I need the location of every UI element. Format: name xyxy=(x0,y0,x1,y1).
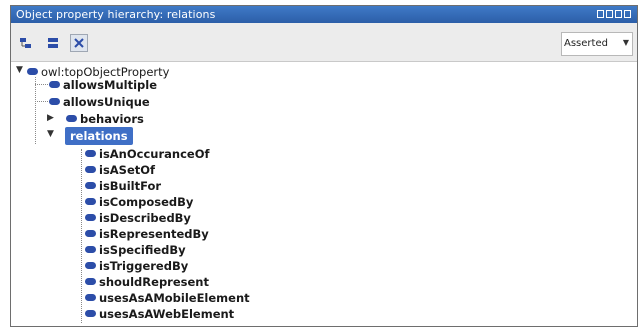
collapse-toggle-icon[interactable]: ▶ xyxy=(47,113,54,123)
tree-item-label: shouldRepresent xyxy=(99,274,209,289)
tree-item-behaviors[interactable]: behaviors xyxy=(66,111,144,126)
tree-item-label: isASetOf xyxy=(99,162,156,177)
add-sibling-button[interactable] xyxy=(44,34,62,52)
property-icon xyxy=(85,230,96,237)
chevron-down-icon: ▼ xyxy=(622,38,629,47)
property-icon xyxy=(85,246,96,253)
expand-toggle-icon[interactable]: ▼ xyxy=(16,65,23,75)
property-tree: ▼ owl:topObjectProperty allowsMultiple a… xyxy=(11,62,637,326)
tree-item-label: allowsUnique xyxy=(63,94,150,109)
tree-connector xyxy=(35,84,48,85)
tree-connector xyxy=(35,101,48,102)
object-property-hierarchy-panel: Object property hierarchy: relations Ass… xyxy=(10,5,638,327)
tree-item-child[interactable]: usesAsAMobileElement xyxy=(85,290,250,305)
tree-item-label: isBuiltFor xyxy=(99,178,162,193)
tree-item-label: allowsMultiple xyxy=(63,77,157,92)
tree-item-child[interactable]: shouldRepresent xyxy=(85,274,209,289)
tree-item-label: behaviors xyxy=(80,111,144,126)
tree-item-label: isComposedBy xyxy=(99,194,194,209)
tree-item-child[interactable]: isBuiltFor xyxy=(85,178,161,193)
tree-item-allowsmultiple[interactable]: allowsMultiple xyxy=(49,77,157,92)
hierarchy-mode-value: Asserted xyxy=(564,38,608,49)
tree-item-relations-selected[interactable]: relations xyxy=(65,127,133,145)
view-icon-4[interactable] xyxy=(624,10,631,18)
tree-connector xyxy=(81,149,82,323)
tree-item-child[interactable]: isSpecifiedBy xyxy=(85,242,186,257)
property-icon xyxy=(85,182,96,189)
tree-item-label: usesAsAWebElement xyxy=(99,306,235,321)
add-subproperty-icon xyxy=(20,38,31,48)
property-icon xyxy=(85,310,96,317)
tree-item-label: relations xyxy=(70,128,128,143)
property-icon xyxy=(49,81,60,88)
property-icon xyxy=(85,294,96,301)
property-icon xyxy=(49,98,60,105)
tree-item-allowsunique[interactable]: allowsUnique xyxy=(49,94,150,109)
tree-item-label: isSpecifiedBy xyxy=(99,242,186,257)
property-icon xyxy=(85,262,96,269)
property-icon xyxy=(85,214,96,221)
tree-item-label: isTriggeredBy xyxy=(99,258,189,273)
tree-item-child[interactable]: isComposedBy xyxy=(85,194,193,209)
toolbar: Asserted ▼ xyxy=(11,23,637,62)
tree-connector xyxy=(35,77,36,144)
hierarchy-mode-select[interactable]: Asserted ▼ xyxy=(561,32,633,56)
tree-item-child[interactable]: isASetOf xyxy=(85,162,155,177)
panel-titlebar: Object property hierarchy: relations xyxy=(11,6,637,23)
delete-icon xyxy=(74,38,84,48)
tree-item-label: isDescribedBy xyxy=(99,210,191,225)
property-icon xyxy=(85,198,96,205)
tree-item-child[interactable]: isRepresentedBy xyxy=(85,226,209,241)
property-icon xyxy=(27,68,38,75)
property-icon xyxy=(85,166,96,173)
panel-title: Object property hierarchy: relations xyxy=(16,8,216,21)
tree-item-child[interactable]: isAnOccuranceOf xyxy=(85,146,210,161)
view-icon-1[interactable] xyxy=(597,10,604,18)
expand-toggle-icon[interactable]: ▼ xyxy=(47,129,54,139)
property-icon xyxy=(85,150,96,157)
view-icon-2[interactable] xyxy=(606,10,613,18)
property-icon xyxy=(66,115,77,122)
tree-item-label: isRepresentedBy xyxy=(99,226,209,241)
view-icon-3[interactable] xyxy=(615,10,622,18)
delete-property-button[interactable] xyxy=(70,34,88,52)
tree-item-child[interactable]: isTriggeredBy xyxy=(85,258,188,273)
tree-item-label: isAnOccuranceOf xyxy=(99,146,210,161)
property-icon xyxy=(85,278,96,285)
tree-item-child[interactable]: isDescribedBy xyxy=(85,210,191,225)
add-subproperty-button[interactable] xyxy=(17,34,35,52)
tree-item-label: usesAsAMobileElement xyxy=(99,290,250,305)
add-sibling-icon xyxy=(48,38,58,48)
tree-item-child[interactable]: usesAsAWebElement xyxy=(85,306,234,321)
view-controls[interactable] xyxy=(597,10,631,18)
